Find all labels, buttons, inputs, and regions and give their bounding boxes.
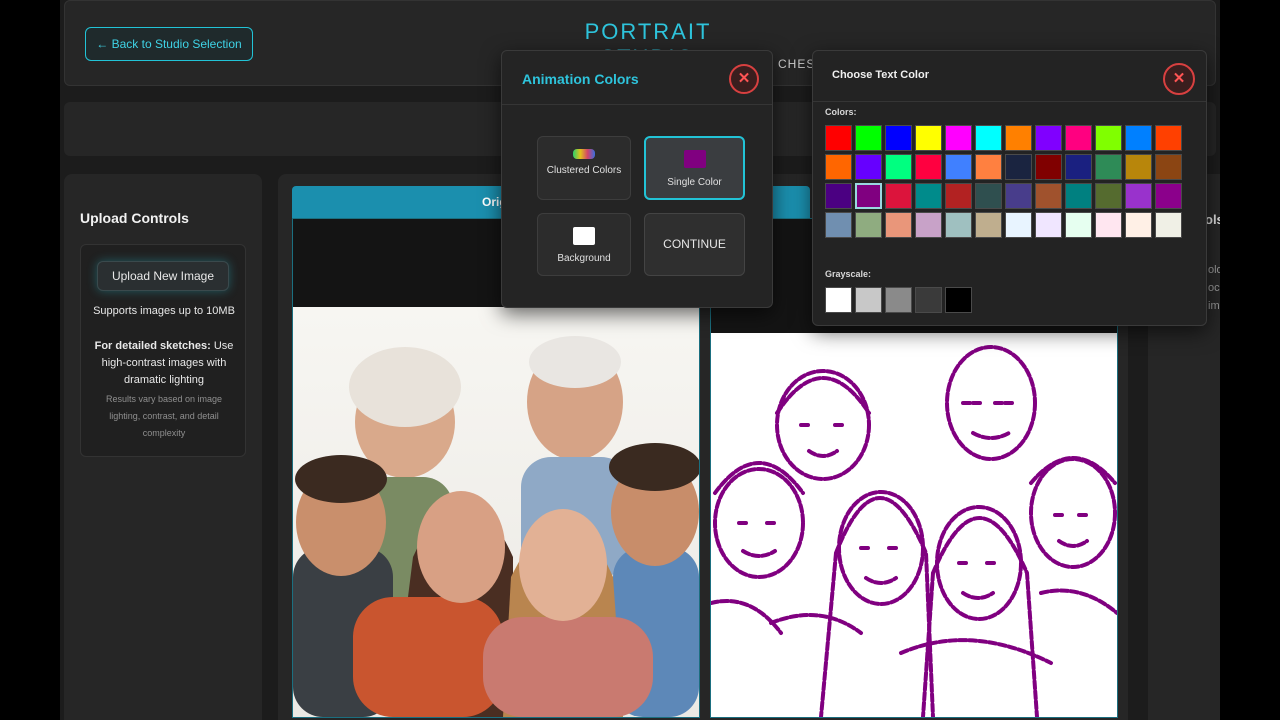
sketch-result-image	[711, 333, 1117, 717]
family-photo-illustration	[293, 336, 699, 717]
color-swatch[interactable]	[1155, 212, 1182, 238]
color-swatch[interactable]	[1095, 183, 1122, 209]
color-swatch[interactable]	[1125, 154, 1152, 180]
upload-tip: For detailed sketches: Use high-contrast…	[87, 338, 241, 389]
close-animation-dialog-button[interactable]: ✕	[729, 64, 759, 94]
close-icon: ✕	[1172, 70, 1186, 87]
continue-button[interactable]: CONTINUE	[644, 213, 745, 276]
color-swatch[interactable]	[855, 212, 882, 238]
color-swatch[interactable]	[1035, 154, 1062, 180]
color-swatch[interactable]	[1065, 183, 1092, 209]
upload-tip-bold: For detailed sketches:	[94, 340, 211, 352]
right-panel-title-fragment: ols	[1205, 212, 1220, 227]
color-swatch[interactable]	[1125, 183, 1152, 209]
color-swatch[interactable]	[945, 125, 972, 151]
color-swatch[interactable]	[1125, 212, 1152, 238]
color-swatch[interactable]	[945, 154, 972, 180]
color-swatch[interactable]	[975, 183, 1002, 209]
color-swatch[interactable]	[1065, 212, 1092, 238]
color-swatch[interactable]	[975, 154, 1002, 180]
nav-tab-sketches[interactable]: CHES	[778, 57, 815, 71]
color-swatch[interactable]	[825, 183, 852, 209]
back-to-studio-button[interactable]: ← Back to Studio Selection	[85, 27, 253, 61]
color-swatch[interactable]	[1005, 154, 1032, 180]
background-label: Background	[557, 253, 611, 264]
grayscale-swatch[interactable]	[855, 287, 882, 313]
color-swatch[interactable]	[825, 125, 852, 151]
color-swatch[interactable]	[855, 125, 882, 151]
single-color-swatch-icon	[683, 150, 706, 168]
color-swatch[interactable]	[915, 125, 942, 151]
upload-box: Upload New Image Supports images up to 1…	[80, 244, 246, 457]
upload-controls-title: Upload Controls	[80, 210, 189, 226]
color-swatch[interactable]	[825, 154, 852, 180]
color-swatch[interactable]	[945, 212, 972, 238]
color-swatch[interactable]	[1155, 183, 1182, 209]
color-swatch[interactable]	[975, 125, 1002, 151]
results-note: Results vary based on image lighting, co…	[105, 394, 223, 438]
background-swatch-icon	[573, 227, 595, 245]
colors-label: Colors:	[825, 107, 857, 117]
animation-colors-title: Animation Colors	[522, 71, 639, 87]
divider	[813, 101, 1206, 102]
close-color-picker-button[interactable]: ✕	[1163, 63, 1195, 95]
close-icon: ✕	[737, 70, 751, 87]
grayscale-swatch[interactable]	[885, 287, 912, 313]
right-panel-text-fragment-1: olo	[1208, 264, 1220, 276]
color-swatch[interactable]	[1125, 125, 1152, 151]
single-color-option[interactable]: Single Color	[644, 136, 745, 200]
grayscale-swatch[interactable]	[915, 287, 942, 313]
color-swatch[interactable]	[1095, 154, 1122, 180]
color-swatch[interactable]	[915, 183, 942, 209]
color-swatch[interactable]	[1095, 212, 1122, 238]
upload-controls-panel: Upload Controls Upload New Image Support…	[64, 174, 262, 720]
color-swatch[interactable]	[1035, 125, 1062, 151]
color-swatch[interactable]	[825, 212, 852, 238]
purple-sketch-illustration	[711, 345, 1117, 717]
divider	[502, 104, 772, 105]
grayscale-swatch[interactable]	[825, 287, 852, 313]
color-swatch[interactable]	[1095, 125, 1122, 151]
color-swatch[interactable]	[975, 212, 1002, 238]
clustered-colors-option[interactable]: Clustered Colors	[537, 136, 631, 200]
color-swatch[interactable]	[1005, 125, 1032, 151]
color-swatch[interactable]	[1035, 212, 1062, 238]
upload-new-image-button[interactable]: Upload New Image	[97, 261, 229, 291]
original-portrait-photo	[293, 307, 699, 717]
color-swatch[interactable]	[1155, 125, 1182, 151]
color-swatch[interactable]	[1035, 183, 1062, 209]
background-option[interactable]: Background	[537, 213, 631, 276]
color-swatch[interactable]	[1005, 212, 1032, 238]
choose-text-color-dialog: Choose Text Color ✕ Colors: Grayscale:	[812, 50, 1207, 326]
color-swatch[interactable]	[855, 183, 882, 209]
color-swatch[interactable]	[885, 183, 912, 209]
upload-size-note: Supports images up to 10MB	[93, 305, 235, 317]
animation-colors-dialog: Animation Colors ✕ Clustered Colors Sing…	[501, 50, 773, 308]
single-color-label: Single Color	[667, 177, 722, 188]
color-swatch[interactable]	[1155, 154, 1182, 180]
grayscale-label: Grayscale:	[825, 269, 872, 279]
color-swatch[interactable]	[1005, 183, 1032, 209]
color-swatch[interactable]	[915, 154, 942, 180]
color-swatch[interactable]	[1065, 125, 1092, 151]
color-swatch[interactable]	[885, 212, 912, 238]
color-swatch[interactable]	[915, 212, 942, 238]
right-panel-text-fragment-2: oc	[1208, 282, 1220, 294]
grayscale-swatch[interactable]	[945, 287, 972, 313]
color-swatch[interactable]	[885, 125, 912, 151]
clustered-colors-label: Clustered Colors	[546, 165, 622, 176]
color-swatch[interactable]	[1065, 154, 1092, 180]
color-swatch[interactable]	[855, 154, 882, 180]
right-panel-text-fragment-3: im	[1208, 300, 1220, 312]
color-swatch[interactable]	[945, 183, 972, 209]
gradient-swatch-icon	[573, 149, 595, 159]
color-swatch[interactable]	[885, 154, 912, 180]
color-picker-title: Choose Text Color	[832, 69, 929, 81]
